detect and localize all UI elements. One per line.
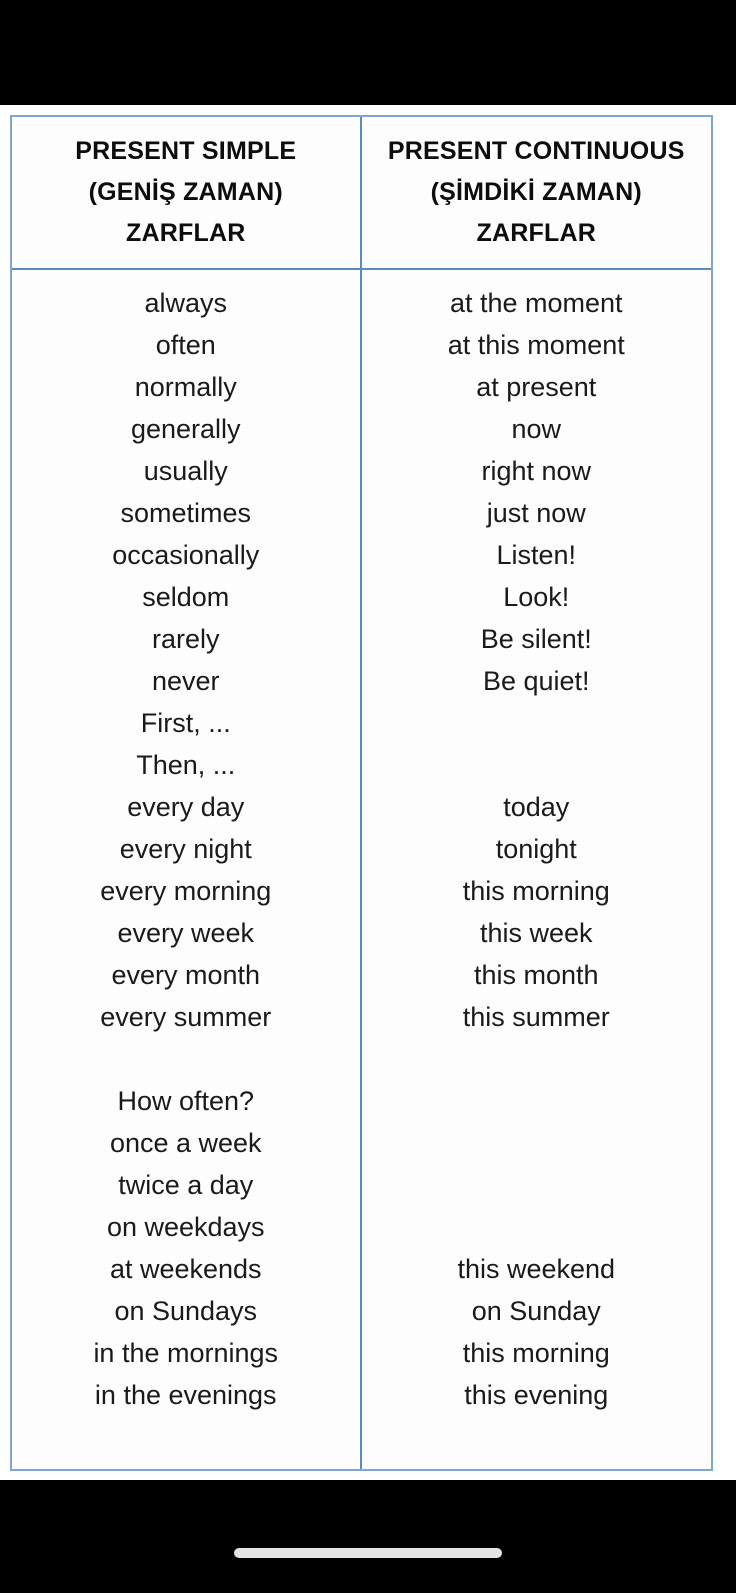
adverb-entry: seldom [142,582,230,612]
adverb-entry: on weekdays [106,1212,265,1242]
adverb-entry: tonight [495,834,577,864]
adverb-spacer [362,1164,712,1206]
header-line-title: PRESENT CONTINUOUS [387,137,685,165]
status-bar [0,0,736,105]
adverb-entry: at this moment [447,330,625,360]
adverb-spacer [362,1206,712,1248]
adverb-entry: normally [134,372,237,402]
adverb-entry: Be quiet! [482,666,590,696]
adverb-entry: Look! [503,582,570,612]
table-column-present-continuous-body: at the moment at this moment at present now… [362,270,712,1469]
adverb-list-present-simple: always often normally generally usually somet… [12,270,360,1416]
adverb-entry: every summer [100,1002,272,1032]
adverb-entry: this morning [462,876,610,906]
header-line-zarflar: ZARFLAR [126,219,246,247]
table-header-row: PRESENT SIMPLE (GENİŞ ZAMAN) ZARFLAR PRE… [12,117,711,270]
adverb-spacer [362,1038,712,1080]
table-body-row: always often normally generally usually somet… [12,270,711,1469]
adverb-entry: every night [119,834,252,864]
adverb-entry: often [155,330,216,360]
grammar-comparison-table: PRESENT SIMPLE (GENİŞ ZAMAN) ZARFLAR PRE… [10,115,713,1471]
home-indicator[interactable] [234,1548,502,1558]
adverb-entry: always [144,288,228,318]
adverb-entry: every day [127,792,245,822]
document-canvas: PRESENT SIMPLE (GENİŞ ZAMAN) ZARFLAR PRE… [0,105,736,1480]
header-line-turkish: (GENİŞ ZAMAN) [88,178,283,206]
adverb-entry: Then, ... [136,750,236,780]
adverb-entry: at present [476,372,597,402]
adverb-entry: every morning [100,876,272,906]
adverb-entry: How often? [117,1086,255,1116]
adverb-entry: this week [479,918,593,948]
adverb-entry: generally [130,414,241,444]
adverb-entry: every week [117,918,255,948]
adverb-entry: on Sundays [114,1296,258,1326]
adverb-entry: rarely [151,624,220,654]
adverb-entry: never [151,666,220,696]
header-cell-present-simple: PRESENT SIMPLE (GENİŞ ZAMAN) ZARFLAR [12,117,360,268]
adverb-entry: First, ... [140,708,231,738]
table-column-present-continuous-header: PRESENT CONTINUOUS (ŞİMDİKİ ZAMAN) ZARFL… [362,117,712,268]
table-column-present-simple-header: PRESENT SIMPLE (GENİŞ ZAMAN) ZARFLAR [12,117,362,268]
adverb-entry: this evening [464,1380,609,1410]
adverb-spacer [362,744,712,786]
bottom-navigation-area [0,1480,736,1593]
adverb-entry: just now [486,498,586,528]
adverb-spacer [362,702,712,744]
adverb-entry: on Sunday [471,1296,601,1326]
adverb-entry: every month [111,960,261,990]
adverb-entry: in the evenings [94,1380,277,1410]
adverb-entry: this morning [462,1338,610,1368]
adverb-entry: at the moment [449,288,623,318]
adverb-entry: at weekends [109,1254,262,1284]
adverb-entry: once a week [109,1128,262,1158]
adverb-spacer [362,1080,712,1122]
adverb-entry: today [503,792,570,822]
adverb-entry: sometimes [120,498,252,528]
header-line-turkish: (ŞİMDİKİ ZAMAN) [430,178,642,206]
phone-screen: PRESENT SIMPLE (GENİŞ ZAMAN) ZARFLAR PRE… [0,0,736,1593]
adverb-entry: right now [481,456,592,486]
adverb-spacer [12,1038,360,1080]
header-cell-present-continuous: PRESENT CONTINUOUS (ŞİMDİKİ ZAMAN) ZARFL… [362,117,712,268]
adverb-entry: occasionally [112,540,260,570]
adverb-entry: this month [473,960,599,990]
adverb-entry: Listen! [496,540,577,570]
adverb-spacer [362,1122,712,1164]
adverb-entry: this summer [462,1002,610,1032]
adverb-entry: this weekend [457,1254,616,1284]
adverb-entry: now [511,414,562,444]
adverb-entry: usually [143,456,228,486]
adverb-list-present-continuous: at the moment at this moment at present now… [362,270,712,1416]
adverb-entry: in the mornings [93,1338,279,1368]
adverb-entry: Be silent! [480,624,592,654]
table-column-present-simple-body: always often normally generally usually somet… [12,270,362,1469]
header-line-title: PRESENT SIMPLE [75,137,297,165]
header-line-zarflar: ZARFLAR [476,219,596,247]
adverb-entry: twice a day [118,1170,254,1200]
